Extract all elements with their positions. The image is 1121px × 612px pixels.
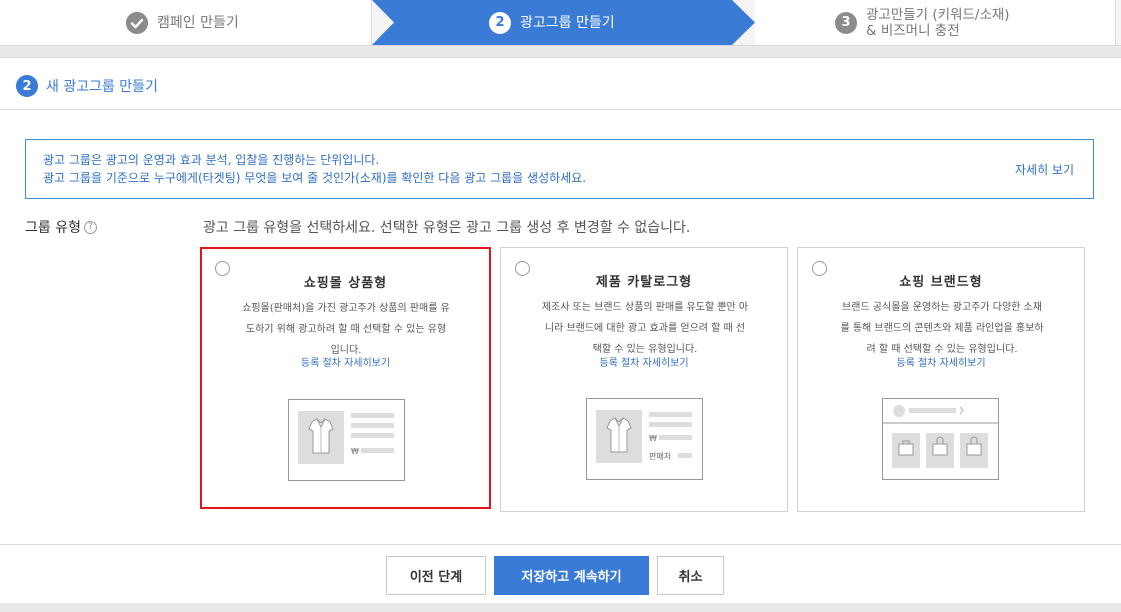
brand-illustration-icon [882, 398, 999, 480]
step-ads[interactable]: 3 광고만들기 (키워드/소재) & 비즈머니 충전 [755, 0, 1116, 45]
catalog-illustration-icon: ₩ 판매처 [586, 398, 703, 480]
step-number: 3 [835, 11, 857, 34]
step-label: 광고그룹 만들기 [520, 14, 615, 31]
card-shopping-mall[interactable]: 쇼핑몰 상품형 쇼핑몰(판매처)을 가진 광고주가 상품의 판매를 유 도하기 … [200, 247, 491, 509]
seller-label: 판매처 [649, 452, 671, 461]
info-text-2: 광고 그룹을 기준으로 누구에게(타겟팅) 무엇을 보여 줄 것인가(소재)를 … [43, 171, 587, 185]
check-icon [126, 11, 148, 34]
register-detail-link[interactable]: 등록 절차 자세히보기 [501, 354, 787, 369]
register-detail-link[interactable]: 등록 절차 자세히보기 [798, 354, 1084, 369]
divider [0, 544, 1121, 545]
step-campaign[interactable]: 캠페인 만들기 [0, 0, 372, 45]
section-number: 2 [16, 75, 38, 97]
step-label-line1: 광고만들기 (키워드/소재) [866, 6, 1010, 23]
card-title: 쇼핑 브랜드형 [899, 275, 983, 290]
desc-line: 를 통해 브랜드의 콘텐츠와 제품 라인업을 홍보하 [840, 323, 1044, 334]
desc-line: 브랜드 공식몰을 운영하는 광고주가 다양한 소재 [842, 302, 1042, 313]
card-product-catalog[interactable]: 제품 카탈로그형 제조사 또는 브랜드 상품의 판매를 유도할 뿐만 아 니라 … [500, 247, 788, 512]
cancel-button[interactable]: 취소 [657, 556, 724, 595]
card-title: 쇼핑몰 상품형 [303, 276, 388, 291]
prev-step-button[interactable]: 이전 단계 [386, 556, 486, 595]
step-label-line2: & 비즈머니 충전 [866, 22, 960, 39]
register-detail-link[interactable]: 등록 절차 자세히보기 [202, 354, 489, 369]
group-type-label: 그룹 유형 ? [25, 217, 97, 237]
desc-line: 제조사 또는 브랜드 상품의 판매를 유도할 뿐만 아 [541, 302, 749, 313]
price-symbol: ₩ [649, 434, 657, 443]
section-title: 새 광고그룹 만들기 [46, 79, 158, 95]
info-text-1: 광고 그룹은 광고의 운영과 효과 분석, 입찰을 진행하는 단위입니다. [43, 153, 380, 167]
info-box: 광고 그룹은 광고의 운영과 효과 분석, 입찰을 진행하는 단위입니다. 광고… [25, 139, 1094, 199]
section-header: 2 새 광고그룹 만들기 [16, 75, 158, 97]
card-shopping-brand[interactable]: 쇼핑 브랜드형 브랜드 공식몰을 운영하는 광고주가 다양한 소재 를 통해 브… [797, 247, 1085, 512]
main-panel: 2 새 광고그룹 만들기 광고 그룹은 광고의 운영과 효과 분석, 입찰을 진… [0, 57, 1121, 603]
desc-line: 니라 브랜드에 대한 광고 효과를 얻으려 할 때 선 [544, 323, 746, 334]
stepper: 캠페인 만들기 2 광고그룹 만들기 3 광고만들기 (키워드/소재) & 비즈… [0, 0, 1121, 46]
detail-link[interactable]: 자세히 보기 [1015, 161, 1074, 178]
card-title: 제품 카탈로그형 [595, 275, 693, 290]
step-label: 캠페인 만들기 [157, 14, 239, 31]
help-icon[interactable]: ? [83, 220, 97, 234]
desc-line: 쇼핑몰(판매처)을 가진 광고주가 상품의 판매를 유 [242, 303, 450, 314]
step-adgroup[interactable]: 2 광고그룹 만들기 [372, 0, 755, 45]
card-description: 제조사 또는 브랜드 상품의 판매를 유도할 뿐만 아 니라 브랜드에 대한 광… [521, 297, 769, 360]
price-symbol: ₩ [351, 447, 359, 456]
product-illustration-icon: ₩ [288, 399, 405, 481]
step-label: 광고만들기 (키워드/소재) & 비즈머니 충전 [866, 7, 1010, 39]
group-type-description: 광고 그룹 유형을 선택하세요. 선택한 유형은 광고 그룹 생성 후 변경할 … [203, 220, 691, 236]
divider [0, 109, 1121, 110]
step-number: 2 [489, 11, 511, 34]
desc-line: 도하기 위해 광고하려 할 때 선택할 수 있는 유형 [245, 324, 447, 335]
save-continue-button[interactable]: 저장하고 계속하기 [494, 556, 649, 595]
card-description: 쇼핑몰(판매처)을 가진 광고주가 상품의 판매를 유 도하기 위해 광고하려 … [222, 298, 470, 361]
group-type-text: 그룹 유형 [25, 220, 81, 236]
card-description: 브랜드 공식몰을 운영하는 광고주가 다양한 소재 를 통해 브랜드의 콘텐츠와… [818, 297, 1066, 360]
